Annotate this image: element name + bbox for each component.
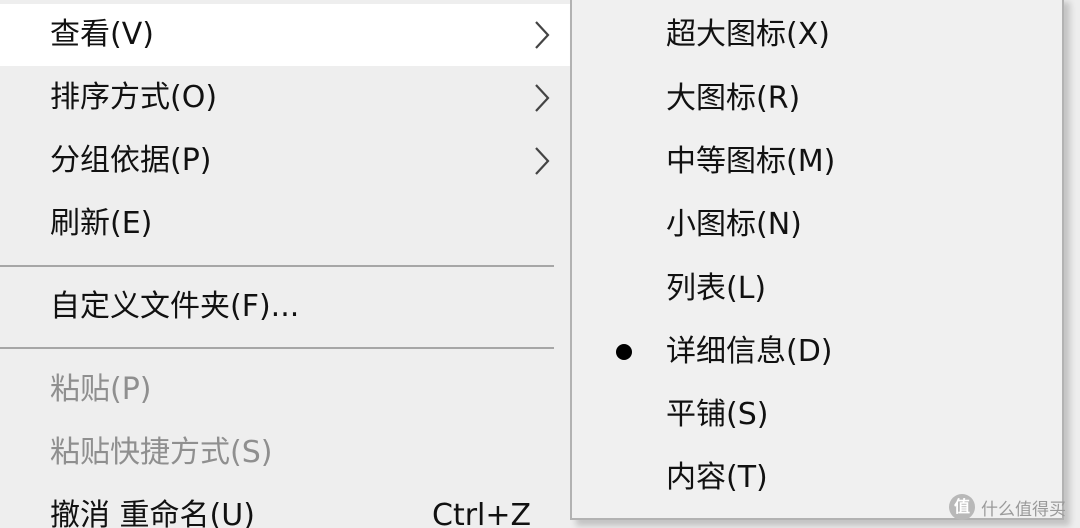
chevron-right-icon — [535, 147, 550, 175]
menu-item-paste-shortcut: 粘贴快捷方式(S) — [0, 422, 572, 484]
menu-item-label: 刷新(E) — [50, 206, 153, 241]
menu-item-customize-folder[interactable]: 自定义文件夹(F)... — [0, 276, 572, 338]
watermark-text: 什么值得买 — [981, 499, 1066, 520]
submenu-item-label: 超大图标(X) — [666, 17, 830, 52]
menu-separator — [0, 347, 554, 349]
screenshot-stage: 查看(V) 排序方式(O) 分组依据(P) 刷新(E) 自定义文件夹(F)... — [0, 0, 1080, 528]
radio-bullet-icon — [616, 344, 632, 360]
submenu-item-small-icons[interactable]: 小图标(N) — [572, 194, 1062, 256]
submenu-item-label: 大图标(R) — [666, 81, 801, 116]
menu-item-group-by[interactable]: 分组依据(P) — [0, 130, 572, 192]
submenu-item-label: 中等图标(M) — [666, 144, 836, 179]
menu-item-label: 粘贴快捷方式(S) — [50, 435, 273, 470]
context-menu: 查看(V) 排序方式(O) 分组依据(P) 刷新(E) 自定义文件夹(F)... — [0, 0, 572, 528]
menu-item-label: 查看(V) — [50, 17, 154, 52]
menu-item-undo-rename[interactable]: 撤消 重命名(U) Ctrl+Z — [0, 485, 572, 528]
menu-item-shortcut: Ctrl+Z — [432, 498, 532, 528]
view-submenu: 超大图标(X) 大图标(R) 中等图标(M) 小图标(N) 列表(L) 详细信息… — [570, 0, 1064, 520]
submenu-item-extra-large-icons[interactable]: 超大图标(X) — [572, 4, 1062, 66]
menu-item-refresh[interactable]: 刷新(E) — [0, 193, 572, 255]
menu-separator — [0, 265, 554, 267]
submenu-item-label: 小图标(N) — [666, 207, 802, 242]
submenu-item-label: 详细信息(D) — [666, 334, 833, 369]
submenu-item-tiles[interactable]: 平铺(S) — [572, 384, 1062, 446]
submenu-item-large-icons[interactable]: 大图标(R) — [572, 68, 1062, 130]
submenu-item-label: 内容(T) — [666, 460, 768, 495]
submenu-item-label: 平铺(S) — [666, 397, 769, 432]
menu-item-sort-by[interactable]: 排序方式(O) — [0, 67, 572, 129]
watermark: 值 什么值得买 — [949, 494, 1066, 520]
menu-item-label: 自定义文件夹(F)... — [50, 289, 300, 324]
menu-item-view[interactable]: 查看(V) — [0, 4, 572, 66]
menu-item-label: 粘贴(P) — [50, 372, 152, 407]
menu-item-paste: 粘贴(P) — [0, 359, 572, 421]
submenu-item-details[interactable]: 详细信息(D) — [572, 321, 1062, 383]
submenu-item-label: 列表(L) — [666, 271, 767, 306]
menu-item-label: 撤消 重命名(U) — [50, 498, 255, 528]
menu-item-label: 排序方式(O) — [50, 80, 218, 115]
chevron-right-icon — [535, 21, 550, 49]
submenu-item-list[interactable]: 列表(L) — [572, 258, 1062, 320]
menu-item-label: 分组依据(P) — [50, 143, 212, 178]
watermark-logo-icon: 值 — [949, 494, 975, 520]
submenu-item-medium-icons[interactable]: 中等图标(M) — [572, 131, 1062, 193]
chevron-right-icon — [535, 84, 550, 112]
